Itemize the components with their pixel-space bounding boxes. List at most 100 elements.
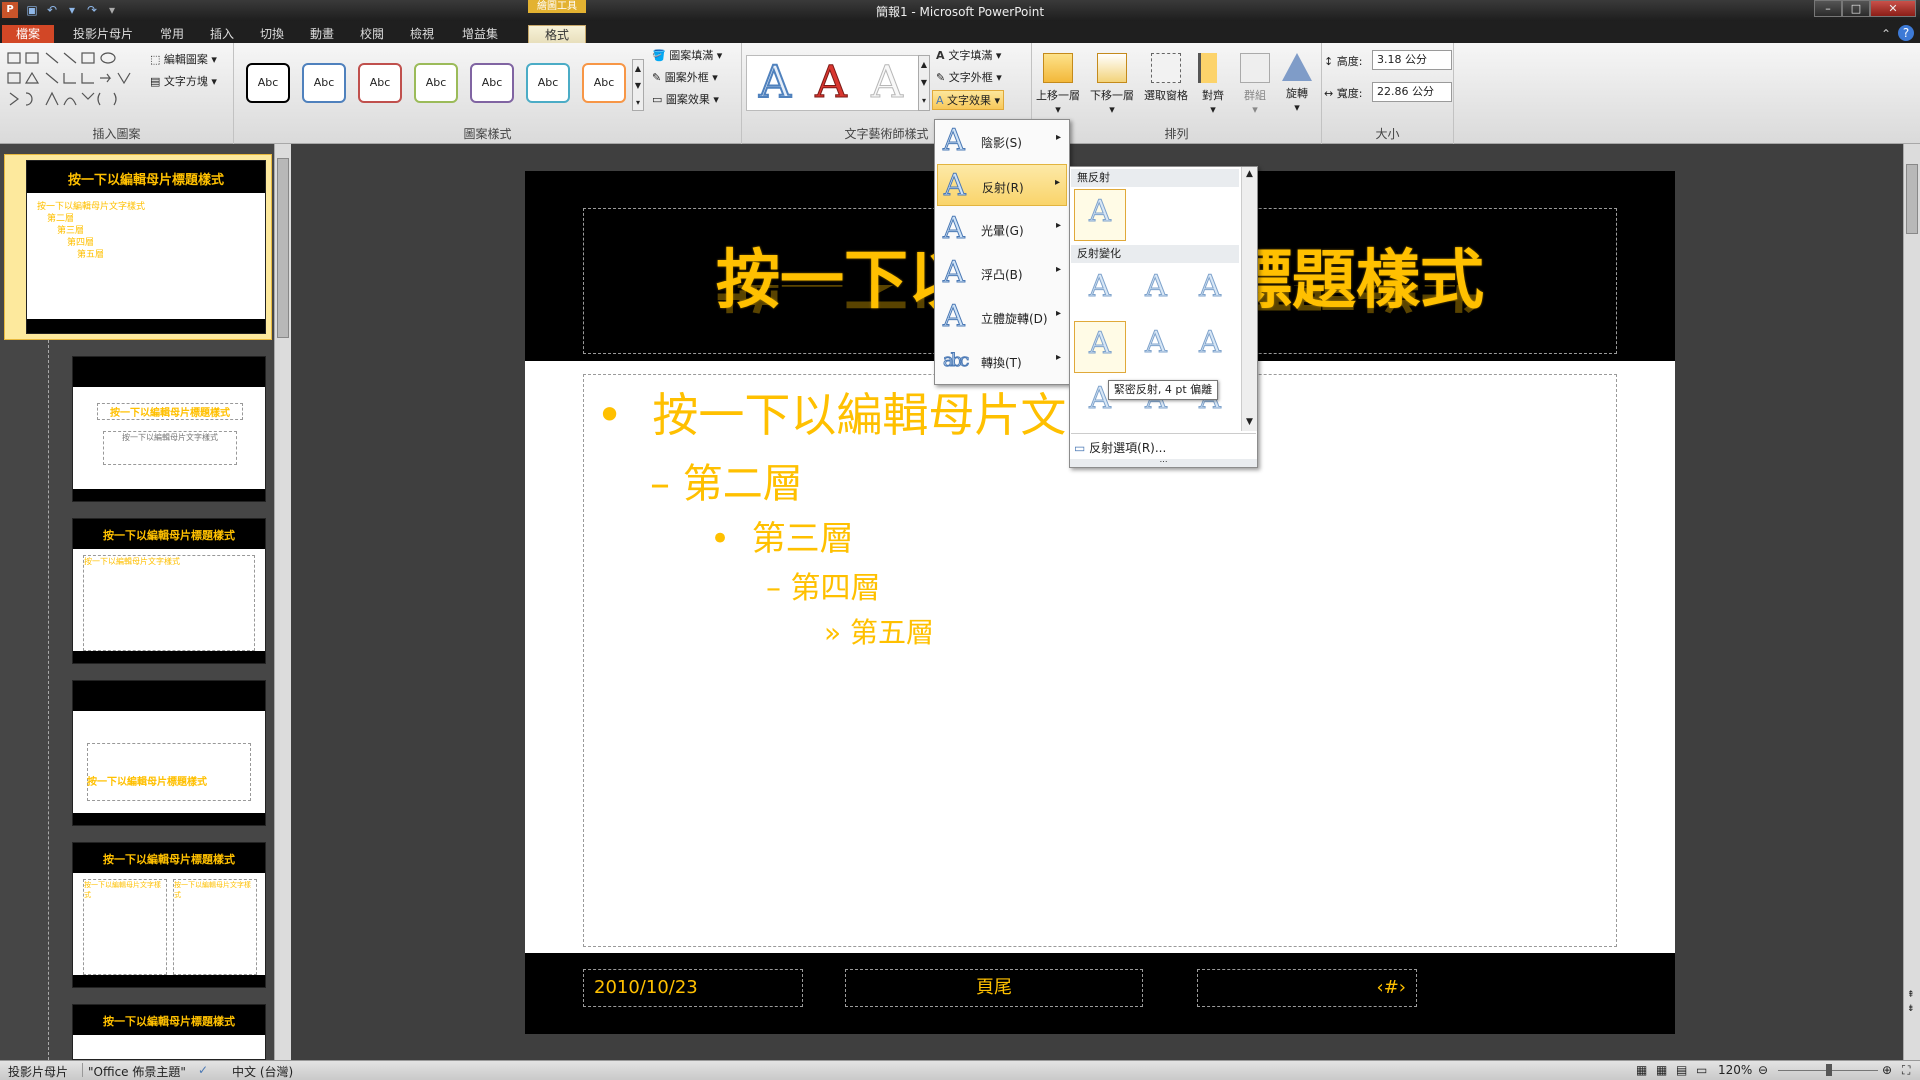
resize-grip-icon[interactable]: ⋯ — [1070, 458, 1257, 467]
width-input[interactable]: 22.86 公分 — [1372, 82, 1452, 102]
menu-item-glow[interactable]: A 光暈(G) ▸ — [937, 208, 1067, 250]
page-nav-icons[interactable]: ⇞ ⇟ — [1907, 988, 1915, 1016]
zoom-in-icon[interactable]: ⊕ — [1882, 1063, 1892, 1077]
tab-transitions[interactable]: 切換 — [252, 25, 292, 43]
tab-addins[interactable]: 增益集 — [452, 25, 508, 43]
layout-thumbnail-2[interactable]: 按一下以編輯母片標題樣式 按一下以編輯母片文字樣式 — [72, 518, 266, 664]
spell-check-icon[interactable]: ✓ — [198, 1063, 208, 1077]
shape-style-4[interactable]: Abc — [414, 63, 458, 103]
fit-to-window-icon[interactable]: ⛶ — [1902, 1063, 1910, 1078]
chevron-right-icon: ▸ — [1055, 220, 1061, 231]
group-button[interactable]: 群組 ▾ — [1236, 53, 1274, 116]
slideshow-icon[interactable]: ▭ — [1696, 1063, 1707, 1077]
master-thumbnail[interactable]: 按一下以編輯母片標題樣式 按一下以編輯母片文字樣式 第二層 第三層 第四層 第五… — [26, 160, 266, 334]
thumbnail-scroll-thumb[interactable] — [277, 158, 289, 338]
normal-view-icon[interactable]: ▦ — [1636, 1063, 1647, 1077]
send-backward-button[interactable]: 下移一層 ▾ — [1086, 53, 1138, 116]
close-button[interactable]: ✕ — [1870, 0, 1916, 17]
shape-style-6[interactable]: Abc — [526, 63, 570, 103]
reflection-option-1[interactable]: A — [1074, 265, 1126, 317]
thumbnail-scrollbar[interactable] — [274, 144, 291, 1060]
height-input[interactable]: 3.18 公分 — [1372, 50, 1452, 70]
layout-connector — [48, 340, 49, 1060]
wordart-scroll[interactable]: ▲ ▼ ▾ — [918, 55, 930, 111]
tab-animations[interactable]: 動畫 — [302, 25, 342, 43]
shape-style-2[interactable]: Abc — [302, 63, 346, 103]
chevron-right-icon: ▸ — [1054, 177, 1060, 188]
layout-thumbnail-1[interactable]: 按一下以編輯母片標題樣式 按一下以編輯母片文字樣式 — [72, 356, 266, 502]
reflection-options-item[interactable]: ▭ 反射選項(R)... — [1074, 439, 1166, 456]
menu-item-3d-rotation[interactable]: A 立體旋轉(D) ▸ — [937, 296, 1067, 338]
reflection-option-6[interactable]: A — [1184, 321, 1236, 373]
tab-slide-master[interactable]: 投影片母片 — [64, 25, 142, 43]
layout-thumbnail-3[interactable]: 按一下以編輯母片標題樣式 — [72, 680, 266, 826]
layout-thumbnail-5[interactable]: 按一下以編輯母片標題樣式 — [72, 1004, 266, 1060]
transform-icon: abc — [942, 350, 969, 372]
shape-styles-scroll[interactable]: ▲ ▼ ▾ — [632, 59, 644, 111]
arrange-label: 排列 — [1164, 127, 1189, 141]
shapes-gallery[interactable] — [6, 49, 146, 113]
zoom-out-icon[interactable]: ⊖ — [1758, 1063, 1768, 1077]
menu-item-shadow[interactable]: A 陰影(S) ▸ — [937, 120, 1067, 162]
language-indicator[interactable]: 中文 (台灣) — [232, 1063, 293, 1080]
reflection-option-2[interactable]: A — [1130, 265, 1182, 317]
scroll-down-icon[interactable]: ▼ — [1242, 417, 1257, 427]
text-effects-button[interactable]: A 文字效果 ▾ — [932, 90, 1005, 110]
zoom-slider-thumb[interactable] — [1826, 1064, 1832, 1076]
menu-item-transform[interactable]: abc 轉換(T) ▸ — [937, 340, 1067, 382]
tab-format[interactable]: 格式 — [528, 25, 586, 43]
text-fill-button[interactable]: A 文字填滿 ▾ — [936, 47, 1001, 63]
text-outline-button[interactable]: ✎ 文字外框 ▾ — [936, 69, 1002, 85]
minimize-ribbon-icon[interactable]: ⌃ — [1878, 25, 1894, 43]
date-placeholder[interactable]: 2010/10/23 — [583, 969, 803, 1007]
edit-shape-button[interactable]: ⬚ 編輯圖案 ▾ — [150, 51, 217, 67]
rotate-button[interactable]: 旋轉 ▾ — [1278, 53, 1316, 114]
minimize-button[interactable]: – — [1814, 0, 1842, 17]
wordart-style-3[interactable]: A — [862, 57, 912, 109]
wordart-style-1[interactable]: A — [750, 56, 800, 109]
text-box-button[interactable]: ▤ 文字方塊 ▾ — [150, 73, 217, 89]
zoom-level[interactable]: 120% — [1718, 1063, 1752, 1077]
help-icon[interactable]: ? — [1898, 25, 1914, 41]
slide-sorter-icon[interactable]: ▦ — [1656, 1063, 1667, 1077]
maximize-button[interactable]: □ — [1842, 0, 1870, 17]
bring-forward-icon — [1043, 53, 1073, 83]
tab-file[interactable]: 檔案 — [2, 25, 54, 43]
tab-review[interactable]: 校閱 — [352, 25, 392, 43]
status-bar: 投影片母片 "Office 佈景主題" ✓ 中文 (台灣) ▦ ▦ ▤ ▭ 12… — [0, 1060, 1920, 1080]
reflection-option-5[interactable]: A — [1130, 321, 1182, 373]
bring-forward-button[interactable]: 上移一層 ▾ — [1032, 53, 1084, 116]
shape-style-7[interactable]: Abc — [582, 63, 626, 103]
slide-scroll-thumb[interactable] — [1906, 164, 1918, 234]
reflection-option-4[interactable]: A — [1074, 321, 1126, 373]
align-button[interactable]: 對齊 ▾ — [1194, 53, 1232, 116]
powerpoint-window: P ▣ ↶ ▾ ↷ ▾ 繪圖工具 簡報1 - Microsoft PowerPo… — [0, 0, 1920, 1080]
reflection-gallery-scrollbar[interactable]: ▲ ▼ — [1241, 167, 1257, 431]
tab-insert[interactable]: 插入 — [202, 25, 242, 43]
shape-style-5[interactable]: Abc — [470, 63, 514, 103]
tab-view[interactable]: 檢視 — [402, 25, 442, 43]
wordart-style-2[interactable]: A — [806, 57, 856, 109]
shape-style-3[interactable]: Abc — [358, 63, 402, 103]
shape-style-1[interactable]: Abc — [246, 63, 290, 103]
slide-scrollbar[interactable]: ⇞ ⇟ — [1903, 144, 1920, 1060]
reading-view-icon[interactable]: ▤ — [1676, 1063, 1687, 1077]
slide-number-placeholder[interactable]: ‹#› — [1197, 969, 1417, 1007]
footer-placeholder[interactable]: 頁尾 — [845, 969, 1143, 1007]
shape-effects-button[interactable]: ▭ 圖案效果 ▾ — [652, 91, 719, 107]
size-group: ↕ 高度: 3.18 公分 ↔ 寬度: 22.86 公分 大小 — [1322, 43, 1454, 144]
selection-pane-button[interactable]: 選取窗格 — [1140, 53, 1192, 103]
layout-thumbnail-4[interactable]: 按一下以編輯母片標題樣式 按一下以編輯母片文字樣式 按一下以編輯母片文字樣式 — [72, 842, 266, 988]
shape-outline-button[interactable]: ✎ 圖案外框 ▾ — [652, 69, 718, 85]
scroll-up-icon[interactable]: ▲ — [1242, 169, 1257, 179]
menu-item-bevel[interactable]: A 浮凸(B) ▸ — [937, 252, 1067, 294]
height-icon: ↕ — [1324, 55, 1337, 68]
shape-fill-button[interactable]: 🪣 圖案填滿 ▾ — [652, 47, 722, 63]
chevron-right-icon: ▸ — [1055, 352, 1061, 363]
no-reflection-header: 無反射 — [1071, 169, 1239, 187]
reflection-option-3[interactable]: A — [1184, 265, 1236, 317]
tab-home[interactable]: 常用 — [152, 25, 192, 43]
menu-item-reflection[interactable]: A 反射(R) ▸ — [937, 164, 1067, 206]
no-reflection-option[interactable]: A — [1074, 189, 1126, 241]
reflection-icon: A — [944, 168, 967, 203]
